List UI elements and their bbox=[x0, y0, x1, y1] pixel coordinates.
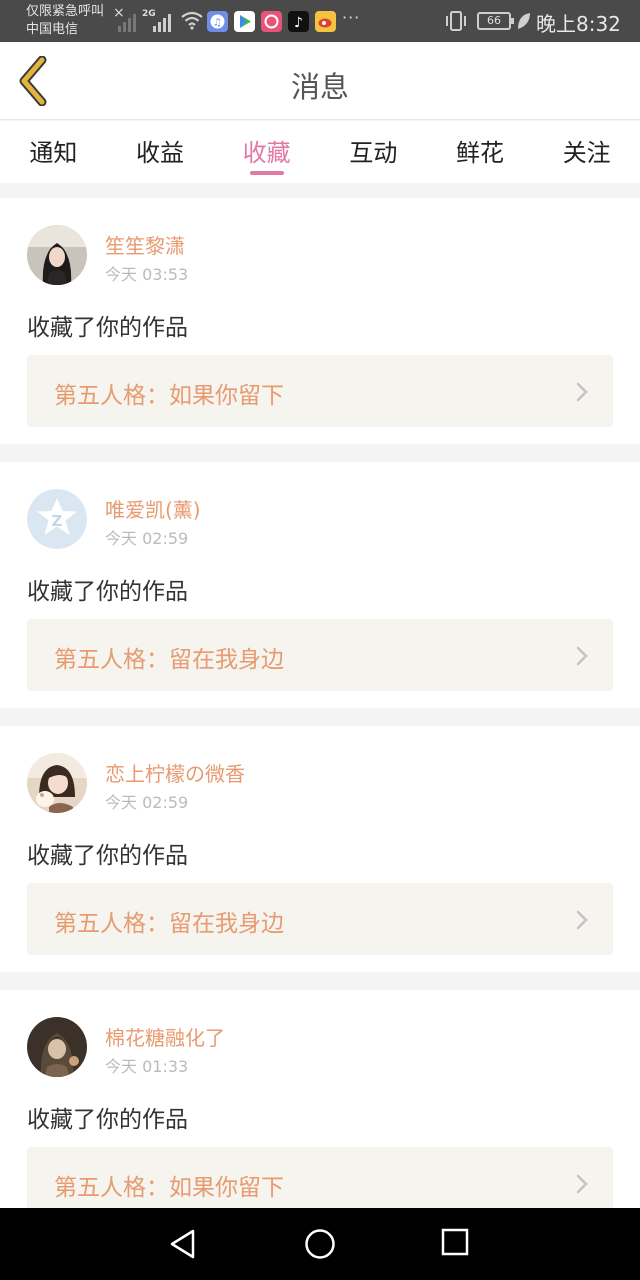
signal-2g-icon bbox=[153, 10, 171, 32]
svg-text:♫: ♫ bbox=[213, 18, 222, 29]
tab-interactions[interactable]: 互动 bbox=[320, 121, 427, 183]
chat-app-icon bbox=[261, 11, 282, 32]
action-text: 收藏了你的作品 bbox=[27, 843, 188, 869]
system-navigation-bar bbox=[0, 1208, 640, 1280]
timestamp: 今天 01:33 bbox=[105, 1057, 189, 1076]
power-saving-leaf-icon bbox=[518, 13, 530, 29]
avatar[interactable]: Z bbox=[27, 489, 87, 549]
chevron-right-icon bbox=[576, 1174, 588, 1194]
music-app-icon: ♫ bbox=[207, 11, 228, 32]
action-text: 收藏了你的作品 bbox=[27, 579, 188, 605]
signal-icon bbox=[118, 10, 136, 32]
tab-follows[interactable]: 关注 bbox=[533, 121, 640, 183]
avatar[interactable] bbox=[27, 1017, 87, 1077]
work-link[interactable]: 第五人格：留在我身边 bbox=[27, 883, 613, 955]
tab-flowers[interactable]: 鲜花 bbox=[427, 121, 534, 183]
work-title: 第五人格：如果你留下 bbox=[54, 383, 284, 409]
work-link[interactable]: 第五人格：留在我身边 bbox=[27, 619, 613, 691]
svg-text:Z: Z bbox=[52, 512, 63, 530]
emergency-call-text: 仅限紧急呼叫 bbox=[26, 4, 105, 19]
chevron-right-icon bbox=[576, 646, 588, 666]
action-text: 收藏了你的作品 bbox=[27, 315, 188, 341]
avatar[interactable] bbox=[27, 225, 87, 285]
page-header: 消息 bbox=[0, 42, 640, 120]
carrier-name: 中国电信 bbox=[26, 22, 79, 37]
nav-recents-square-icon[interactable] bbox=[441, 1228, 469, 1256]
weibo-icon bbox=[315, 11, 336, 32]
tab-earnings[interactable]: 收益 bbox=[107, 121, 214, 183]
nav-back-triangle-icon[interactable] bbox=[168, 1228, 198, 1260]
username[interactable]: 笙笙黎潇 bbox=[105, 230, 185, 259]
timestamp: 今天 02:59 bbox=[105, 793, 189, 812]
battery-indicator: 66 bbox=[477, 12, 514, 30]
timestamp: 今天 02:59 bbox=[105, 529, 189, 548]
action-text: 收藏了你的作品 bbox=[27, 1107, 188, 1133]
wifi-icon bbox=[181, 11, 203, 30]
avatar[interactable] bbox=[27, 753, 87, 813]
chevron-right-icon bbox=[576, 382, 588, 402]
username[interactable]: 唯爱凯(薰) bbox=[105, 494, 201, 523]
username[interactable]: 恋上柠檬の微香 bbox=[105, 758, 245, 787]
svg-text:♪: ♪ bbox=[294, 15, 303, 31]
work-title: 第五人格：留在我身边 bbox=[54, 911, 284, 937]
tab-bar: 通知 收益 收藏 互动 鲜花 关注 bbox=[0, 121, 640, 183]
work-title: 第五人格：如果你留下 bbox=[54, 1175, 284, 1201]
notification-card: 笙笙黎潇 今天 03:53 收藏了你的作品 第五人格：如果你留下 bbox=[0, 198, 640, 444]
page-title: 消息 bbox=[290, 70, 349, 104]
notification-card: Z 唯爱凯(薰) 今天 02:59 收藏了你的作品 第五人格：留在我身边 bbox=[0, 462, 640, 708]
work-title: 第五人格：留在我身边 bbox=[54, 647, 284, 673]
username[interactable]: 棉花糖融化了 bbox=[105, 1022, 225, 1051]
status-time: 晚上8:32 bbox=[536, 12, 621, 36]
timestamp: 今天 03:53 bbox=[105, 265, 189, 284]
notification-card: 恋上柠檬の微香 今天 02:59 收藏了你的作品 第五人格：留在我身边 bbox=[0, 726, 640, 972]
tab-notifications[interactable]: 通知 bbox=[0, 121, 107, 183]
work-link[interactable]: 第五人格：如果你留下 bbox=[27, 355, 613, 427]
status-carrier-info: 仅限紧急呼叫 中国电信 bbox=[26, 3, 104, 39]
vibrate-icon bbox=[446, 11, 466, 31]
notification-card: 棉花糖融化了 今天 01:33 收藏了你的作品 第五人格：如果你留下 bbox=[0, 990, 640, 1236]
nav-home-circle-icon[interactable] bbox=[304, 1228, 336, 1260]
play-store-icon bbox=[234, 11, 255, 32]
tiktok-icon: ♪ bbox=[288, 11, 309, 32]
tab-favorites[interactable]: 收藏 bbox=[213, 121, 320, 183]
status-bar: 仅限紧急呼叫 中国电信 × 2G ♫ ♪ ··· 66 晚上8:32 bbox=[0, 0, 640, 42]
more-notifications-icon: ··· bbox=[342, 8, 361, 27]
chevron-right-icon bbox=[576, 910, 588, 930]
